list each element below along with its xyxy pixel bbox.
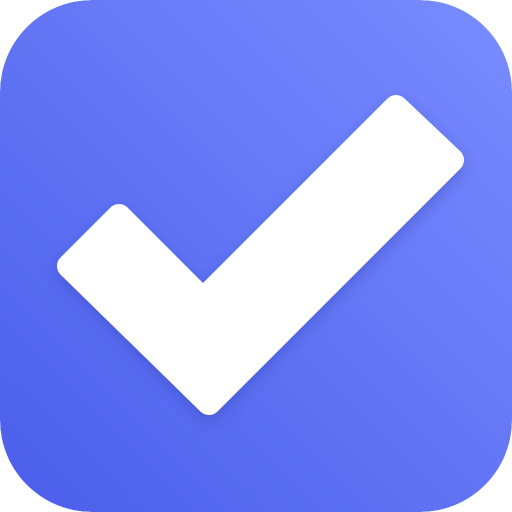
check-icon bbox=[0, 0, 512, 512]
app-icon[interactable] bbox=[0, 0, 512, 512]
